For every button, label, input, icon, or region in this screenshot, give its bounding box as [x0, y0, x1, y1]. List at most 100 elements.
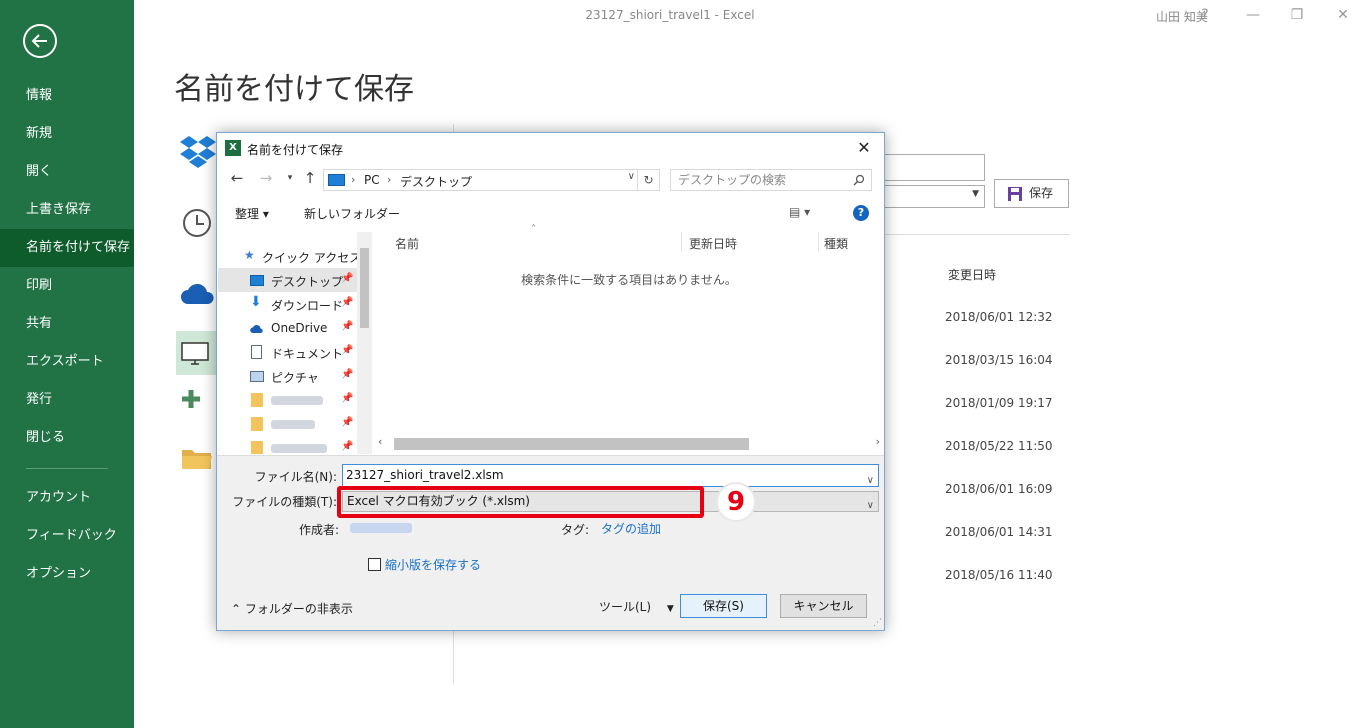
dialog-titlebar[interactable]: X 名前を付けて保存 ✕	[217, 133, 884, 163]
save-thumbnail-checkbox[interactable]	[368, 558, 381, 571]
excel-icon: X	[225, 140, 241, 156]
breadcrumb-desktop[interactable]: デスクトップ	[400, 173, 472, 190]
browse-folder-icon[interactable]	[180, 444, 220, 484]
save-icon	[1008, 187, 1022, 201]
recent-date: 2018/01/09 19:17	[945, 396, 1053, 410]
sidebar-item-info[interactable]: 情報	[0, 77, 134, 115]
tools-button[interactable]: ツール(L) ▼	[599, 598, 674, 615]
resize-grip-icon[interactable]: ⋰	[873, 618, 882, 628]
star-icon: ★	[244, 248, 255, 262]
recent-locations-icon[interactable]: ▾	[281, 173, 299, 183]
column-date[interactable]: 更新日時	[689, 235, 737, 252]
filename-label: ファイル名(N):	[254, 470, 337, 484]
pin-icon: 📌	[341, 297, 354, 308]
nav-item-desktop[interactable]: デスクトップ 📌	[218, 268, 358, 292]
sidebar-item-share[interactable]: 共有	[0, 305, 134, 343]
sidebar-item-export[interactable]: エクスポート	[0, 343, 134, 381]
nav-item-folder[interactable]: 📌	[218, 388, 358, 412]
chevron-down-icon[interactable]: ∨	[867, 470, 874, 491]
nav-label: ピクチャ	[271, 371, 319, 385]
nav-item-pictures[interactable]: ピクチャ 📌	[218, 364, 358, 388]
pc-icon	[328, 174, 345, 186]
chevron-down-icon[interactable]: ∨	[628, 171, 635, 182]
sidebar-item-new[interactable]: 新規	[0, 115, 134, 153]
tag-label: タグ:	[560, 523, 589, 537]
nav-scrollbar[interactable]	[357, 232, 372, 454]
cancel-button[interactable]: キャンセル	[780, 594, 867, 618]
pin-icon: 📌	[341, 417, 354, 428]
hide-folders-button[interactable]: ⌃ フォルダーの非表示	[231, 600, 353, 617]
save-thumbnail-label[interactable]: 縮小版を保存する	[385, 556, 481, 573]
forward-arrow-icon[interactable]: →	[257, 169, 275, 187]
save-button[interactable]: 保存(S)	[680, 594, 767, 618]
backstage-filename-input[interactable]	[880, 154, 985, 181]
sidebar-item-account[interactable]: アカウント	[0, 479, 134, 517]
dropbox-icon[interactable]	[180, 134, 220, 174]
sidebar-item-close[interactable]: 閉じる	[0, 419, 134, 457]
nav-item-downloads[interactable]: ⬇ ダウンロード 📌	[218, 292, 358, 316]
recent-clock-icon[interactable]	[180, 206, 220, 246]
nav-scrollbar-thumb[interactable]	[360, 248, 369, 328]
search-input[interactable]: デスクトップの検索	[670, 169, 872, 191]
sidebar-item-save[interactable]: 上書き保存	[0, 191, 134, 229]
onedrive-icon	[250, 325, 263, 333]
window-close-button[interactable]: ✕	[1330, 4, 1356, 26]
back-arrow-icon[interactable]: ←	[228, 169, 246, 187]
help-button[interactable]: ?	[1192, 4, 1218, 26]
organize-button[interactable]: 整理 ▾	[235, 205, 269, 222]
chevron-down-icon[interactable]: ∨	[867, 496, 874, 515]
backstage-save-label: 保存	[1029, 186, 1054, 200]
refresh-icon[interactable]: ↻	[638, 169, 660, 191]
author-label: 作成者:	[298, 523, 339, 537]
nav-item-folder[interactable]: 📌	[218, 436, 358, 454]
this-pc-location-icon[interactable]	[176, 331, 216, 375]
navigation-pane: ★ クイック アクセス デスクトップ 📌 ⬇ ダウンロード 📌 OneDrive…	[218, 232, 373, 454]
view-options-icon[interactable]: ▤ ▾	[789, 205, 810, 219]
breadcrumb-pc[interactable]: PC	[364, 173, 380, 187]
up-arrow-icon[interactable]: ↑	[301, 169, 319, 187]
sidebar-item-options[interactable]: オプション	[0, 555, 134, 593]
nav-item-onedrive[interactable]: OneDrive 📌	[218, 316, 358, 340]
sidebar-item-save-as[interactable]: 名前を付けて保存	[0, 229, 134, 267]
nav-label: ダウンロード	[271, 299, 344, 313]
pin-icon: 📌	[341, 441, 354, 452]
scroll-right-icon[interactable]: ›	[876, 435, 880, 448]
recent-date: 2018/05/22 11:50	[945, 439, 1053, 453]
scroll-left-icon[interactable]: ‹	[378, 435, 382, 448]
pin-icon: 📌	[341, 369, 354, 380]
restore-button[interactable]: ❐	[1284, 4, 1310, 26]
onedrive-icon[interactable]	[180, 280, 220, 320]
nav-quick-access[interactable]: ★ クイック アクセス	[218, 244, 361, 268]
sidebar-item-print[interactable]: 印刷	[0, 267, 134, 305]
help-icon[interactable]: ?	[853, 205, 869, 221]
sidebar-item-open[interactable]: 開く	[0, 153, 134, 191]
add-tag-link[interactable]: タグの追加	[601, 520, 661, 537]
scrollbar-thumb[interactable]	[394, 438, 749, 450]
author-value[interactable]	[350, 523, 412, 533]
column-name[interactable]: 名前	[395, 235, 419, 252]
save-as-dialog: X 名前を付けて保存 ✕ ← → ▾ ↑ › PC › デスクトップ ∨ ↻ デ…	[216, 132, 885, 631]
column-separator	[681, 232, 682, 252]
add-place-icon[interactable]	[180, 388, 220, 428]
chevron-right-icon: ›	[351, 173, 356, 186]
page-title: 名前を付けて保存	[174, 72, 414, 107]
backstage-separator	[880, 234, 1070, 235]
minimize-button[interactable]: —	[1240, 4, 1266, 26]
backstage-save-button[interactable]: 保存	[994, 179, 1069, 208]
sidebar-item-feedback[interactable]: フィードバック	[0, 517, 134, 555]
new-folder-button[interactable]: 新しいフォルダー	[304, 205, 400, 222]
document-icon	[251, 345, 262, 359]
filename-input[interactable]: 23127_shiori_travel2.xlsm ∨	[342, 464, 879, 487]
sidebar-item-publish[interactable]: 発行	[0, 381, 134, 419]
file-list-scrollbar[interactable]: ‹ ›	[374, 435, 884, 452]
address-bar[interactable]: › PC › デスクトップ ∨	[323, 169, 638, 191]
backstage-filetype-select[interactable]: ▼	[880, 185, 985, 208]
nav-item-documents[interactable]: ドキュメント 📌	[218, 340, 358, 364]
back-button[interactable]	[23, 24, 57, 58]
blurred-label	[271, 420, 315, 429]
dialog-close-button[interactable]: ✕	[852, 137, 876, 159]
blurred-label	[271, 396, 323, 405]
nav-item-folder[interactable]: 📌	[218, 412, 358, 436]
hide-folders-label: フォルダーの非表示	[244, 602, 353, 616]
column-type[interactable]: 種類	[824, 235, 848, 252]
